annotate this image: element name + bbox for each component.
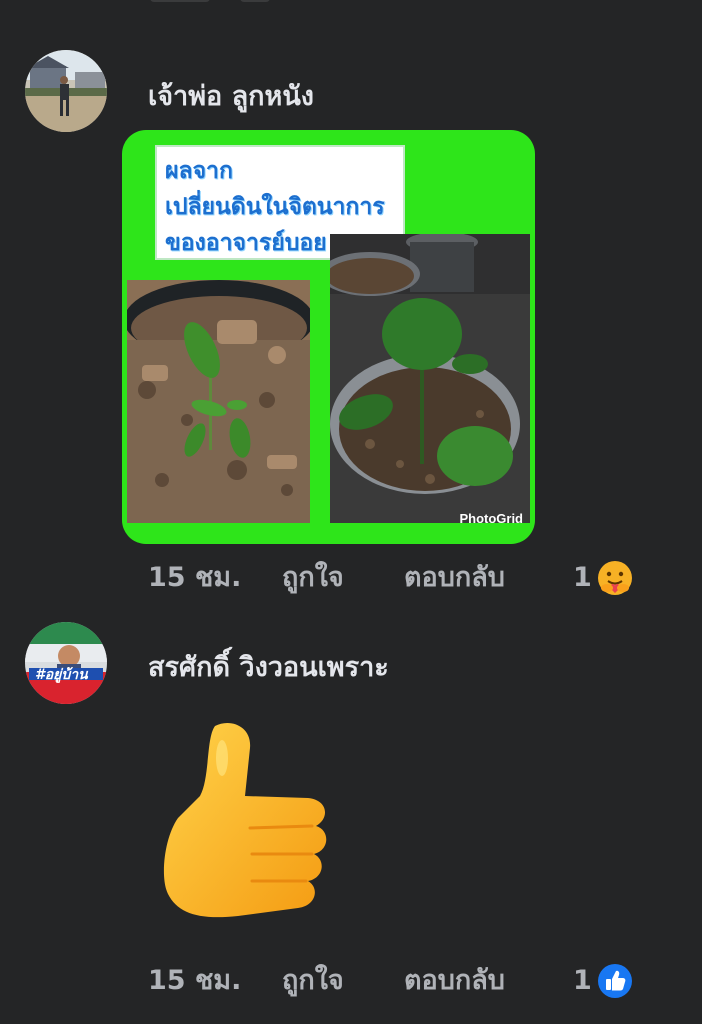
comment-timestamp[interactable]: 15 ชม.	[148, 961, 241, 1001]
avatar[interactable]	[25, 50, 107, 132]
thumbs-up-emoji[interactable]	[160, 718, 330, 924]
image-caption-line: เปลี่ยนดินในจิตนาการ	[165, 194, 385, 220]
comment-timestamp[interactable]: 15 ชม.	[148, 558, 241, 598]
reaction-count[interactable]: 1	[573, 558, 592, 598]
comment-actions: 15 ชม. ถูกใจ ตอบกลับ 1	[148, 961, 668, 1001]
comment-actions: 15 ชม. ถูกใจ ตอบกลับ 1	[148, 558, 668, 598]
avatar[interactable]: #อยู่บ้าน	[25, 622, 107, 704]
seedling-photo-left	[127, 280, 310, 523]
image-caption-line: ผลจาก	[165, 158, 233, 184]
photogrid-watermark: PhotoGrid	[459, 511, 523, 526]
like-reaction-icon[interactable]	[597, 963, 633, 999]
image-caption-line: ของอาจารย์บอย	[165, 230, 327, 256]
like-button[interactable]: ถูกใจ	[282, 961, 344, 1001]
reply-button[interactable]: ตอบกลับ	[404, 961, 505, 1001]
comment-author-name[interactable]: เจ้าพ่อ ลูกหนัง	[148, 74, 314, 117]
previous-comment-remnant	[0, 0, 702, 6]
like-button[interactable]: ถูกใจ	[282, 558, 344, 598]
care-reaction-icon[interactable]	[597, 560, 633, 596]
reaction-count[interactable]: 1	[573, 961, 592, 1001]
avatar-text: #อยู่บ้าน	[35, 667, 88, 683]
comment-image-attachment[interactable]: ผลจาก เปลี่ยนดินในจิตนาการ ของอาจารย์บอย	[122, 130, 535, 544]
seedling-photo-right	[330, 234, 530, 523]
reply-button[interactable]: ตอบกลับ	[404, 558, 505, 598]
comment-author-name[interactable]: สรศักดิ์ วิงวอนเพราะ	[148, 645, 389, 688]
